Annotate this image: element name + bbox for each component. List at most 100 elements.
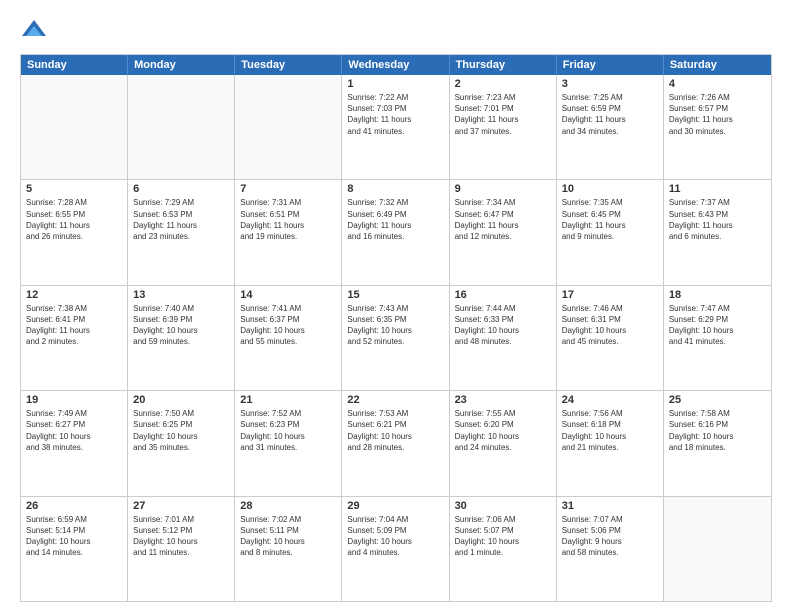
cell-info: Sunrise: 6:59 AM Sunset: 5:14 PM Dayligh… bbox=[26, 514, 122, 559]
cell-info: Sunrise: 7:56 AM Sunset: 6:18 PM Dayligh… bbox=[562, 408, 658, 453]
day-number: 24 bbox=[562, 394, 658, 406]
calendar-cell: 27 Sunrise: 7:01 AM Sunset: 5:12 PM Dayli… bbox=[128, 497, 235, 601]
day-number: 14 bbox=[240, 289, 336, 301]
calendar-cell: 15 Sunrise: 7:43 AM Sunset: 6:35 PM Dayli… bbox=[342, 286, 449, 390]
header bbox=[20, 16, 772, 44]
logo bbox=[20, 16, 52, 44]
calendar-cell: 8 Sunrise: 7:32 AM Sunset: 6:49 PM Daylig… bbox=[342, 180, 449, 284]
cell-info: Sunrise: 7:43 AM Sunset: 6:35 PM Dayligh… bbox=[347, 303, 443, 348]
calendar-cell: 30 Sunrise: 7:06 AM Sunset: 5:07 PM Dayli… bbox=[450, 497, 557, 601]
day-number: 3 bbox=[562, 78, 658, 90]
calendar-cell: 31 Sunrise: 7:07 AM Sunset: 5:06 PM Dayli… bbox=[557, 497, 664, 601]
cell-info: Sunrise: 7:31 AM Sunset: 6:51 PM Dayligh… bbox=[240, 197, 336, 242]
cell-info: Sunrise: 7:01 AM Sunset: 5:12 PM Dayligh… bbox=[133, 514, 229, 559]
weekday-header: Wednesday bbox=[342, 55, 449, 75]
cell-info: Sunrise: 7:47 AM Sunset: 6:29 PM Dayligh… bbox=[669, 303, 766, 348]
cell-info: Sunrise: 7:28 AM Sunset: 6:55 PM Dayligh… bbox=[26, 197, 122, 242]
calendar-row: 5 Sunrise: 7:28 AM Sunset: 6:55 PM Daylig… bbox=[21, 179, 771, 284]
day-number: 19 bbox=[26, 394, 122, 406]
calendar-cell: 28Sunrise: 7:02 AM Sunset: 5:11 PM Dayli… bbox=[235, 497, 342, 601]
calendar-cell: 14 Sunrise: 7:41 AM Sunset: 6:37 PM Dayli… bbox=[235, 286, 342, 390]
day-number: 23 bbox=[455, 394, 551, 406]
day-number: 2 bbox=[455, 78, 551, 90]
calendar-cell: 22 Sunrise: 7:53 AM Sunset: 6:21 PM Dayli… bbox=[342, 391, 449, 495]
cell-info: Sunrise: 7:50 AM Sunset: 6:25 PM Dayligh… bbox=[133, 408, 229, 453]
cell-info: Sunrise: 7:26 AM Sunset: 6:57 PM Dayligh… bbox=[669, 92, 766, 137]
calendar-cell: 12Sunrise: 7:38 AM Sunset: 6:41 PM Dayli… bbox=[21, 286, 128, 390]
weekday-header: Friday bbox=[557, 55, 664, 75]
day-number: 5 bbox=[26, 183, 122, 195]
weekday-header: Monday bbox=[128, 55, 235, 75]
cell-info: Sunrise: 7:34 AM Sunset: 6:47 PM Dayligh… bbox=[455, 197, 551, 242]
calendar-cell bbox=[128, 75, 235, 179]
calendar-cell: 13Sunrise: 7:40 AM Sunset: 6:39 PM Dayli… bbox=[128, 286, 235, 390]
day-number: 22 bbox=[347, 394, 443, 406]
day-number: 31 bbox=[562, 500, 658, 512]
day-number: 8 bbox=[347, 183, 443, 195]
cell-info: Sunrise: 7:41 AM Sunset: 6:37 PM Dayligh… bbox=[240, 303, 336, 348]
calendar-body: 1Sunrise: 7:22 AM Sunset: 7:03 PM Daylig… bbox=[21, 75, 771, 601]
day-number: 18 bbox=[669, 289, 766, 301]
calendar-cell: 29Sunrise: 7:04 AM Sunset: 5:09 PM Dayli… bbox=[342, 497, 449, 601]
calendar-cell: 5 Sunrise: 7:28 AM Sunset: 6:55 PM Daylig… bbox=[21, 180, 128, 284]
cell-info: Sunrise: 7:37 AM Sunset: 6:43 PM Dayligh… bbox=[669, 197, 766, 242]
calendar-cell: 1Sunrise: 7:22 AM Sunset: 7:03 PM Daylig… bbox=[342, 75, 449, 179]
cell-info: Sunrise: 7:23 AM Sunset: 7:01 PM Dayligh… bbox=[455, 92, 551, 137]
calendar-row: 1Sunrise: 7:22 AM Sunset: 7:03 PM Daylig… bbox=[21, 75, 771, 179]
calendar-header: SundayMondayTuesdayWednesdayThursdayFrid… bbox=[21, 55, 771, 75]
day-number: 9 bbox=[455, 183, 551, 195]
calendar-cell: 17Sunrise: 7:46 AM Sunset: 6:31 PM Dayli… bbox=[557, 286, 664, 390]
cell-info: Sunrise: 7:02 AM Sunset: 5:11 PM Dayligh… bbox=[240, 514, 336, 559]
day-number: 29 bbox=[347, 500, 443, 512]
calendar-cell: 6 Sunrise: 7:29 AM Sunset: 6:53 PM Daylig… bbox=[128, 180, 235, 284]
calendar-cell: 21 Sunrise: 7:52 AM Sunset: 6:23 PM Dayli… bbox=[235, 391, 342, 495]
weekday-header: Tuesday bbox=[235, 55, 342, 75]
cell-info: Sunrise: 7:53 AM Sunset: 6:21 PM Dayligh… bbox=[347, 408, 443, 453]
logo-icon bbox=[20, 16, 48, 44]
cell-info: Sunrise: 7:46 AM Sunset: 6:31 PM Dayligh… bbox=[562, 303, 658, 348]
day-number: 30 bbox=[455, 500, 551, 512]
day-number: 21 bbox=[240, 394, 336, 406]
calendar-cell: 9 Sunrise: 7:34 AM Sunset: 6:47 PM Daylig… bbox=[450, 180, 557, 284]
cell-info: Sunrise: 7:55 AM Sunset: 6:20 PM Dayligh… bbox=[455, 408, 551, 453]
cell-info: Sunrise: 7:25 AM Sunset: 6:59 PM Dayligh… bbox=[562, 92, 658, 137]
calendar-cell: 2 Sunrise: 7:23 AM Sunset: 7:01 PM Daylig… bbox=[450, 75, 557, 179]
cell-info: Sunrise: 7:32 AM Sunset: 6:49 PM Dayligh… bbox=[347, 197, 443, 242]
calendar-cell: 3 Sunrise: 7:25 AM Sunset: 6:59 PM Daylig… bbox=[557, 75, 664, 179]
calendar-cell: 23 Sunrise: 7:55 AM Sunset: 6:20 PM Dayli… bbox=[450, 391, 557, 495]
day-number: 27 bbox=[133, 500, 229, 512]
day-number: 11 bbox=[669, 183, 766, 195]
day-number: 26 bbox=[26, 500, 122, 512]
cell-info: Sunrise: 7:06 AM Sunset: 5:07 PM Dayligh… bbox=[455, 514, 551, 559]
cell-info: Sunrise: 7:29 AM Sunset: 6:53 PM Dayligh… bbox=[133, 197, 229, 242]
calendar-cell: 11 Sunrise: 7:37 AM Sunset: 6:43 PM Dayli… bbox=[664, 180, 771, 284]
weekday-header: Thursday bbox=[450, 55, 557, 75]
calendar-row: 12Sunrise: 7:38 AM Sunset: 6:41 PM Dayli… bbox=[21, 285, 771, 390]
calendar-cell: 20Sunrise: 7:50 AM Sunset: 6:25 PM Dayli… bbox=[128, 391, 235, 495]
calendar: SundayMondayTuesdayWednesdayThursdayFrid… bbox=[20, 54, 772, 602]
cell-info: Sunrise: 7:07 AM Sunset: 5:06 PM Dayligh… bbox=[562, 514, 658, 559]
weekday-header: Saturday bbox=[664, 55, 771, 75]
calendar-cell: 26 Sunrise: 6:59 AM Sunset: 5:14 PM Dayli… bbox=[21, 497, 128, 601]
calendar-cell bbox=[664, 497, 771, 601]
cell-info: Sunrise: 7:52 AM Sunset: 6:23 PM Dayligh… bbox=[240, 408, 336, 453]
calendar-cell: 10Sunrise: 7:35 AM Sunset: 6:45 PM Dayli… bbox=[557, 180, 664, 284]
calendar-cell bbox=[21, 75, 128, 179]
cell-info: Sunrise: 7:44 AM Sunset: 6:33 PM Dayligh… bbox=[455, 303, 551, 348]
weekday-header: Sunday bbox=[21, 55, 128, 75]
page: SundayMondayTuesdayWednesdayThursdayFrid… bbox=[0, 0, 792, 612]
day-number: 13 bbox=[133, 289, 229, 301]
day-number: 6 bbox=[133, 183, 229, 195]
calendar-cell: 24 Sunrise: 7:56 AM Sunset: 6:18 PM Dayli… bbox=[557, 391, 664, 495]
calendar-cell: 19 Sunrise: 7:49 AM Sunset: 6:27 PM Dayli… bbox=[21, 391, 128, 495]
calendar-cell: 16 Sunrise: 7:44 AM Sunset: 6:33 PM Dayli… bbox=[450, 286, 557, 390]
day-number: 7 bbox=[240, 183, 336, 195]
day-number: 25 bbox=[669, 394, 766, 406]
calendar-cell: 25 Sunrise: 7:58 AM Sunset: 6:16 PM Dayli… bbox=[664, 391, 771, 495]
day-number: 16 bbox=[455, 289, 551, 301]
cell-info: Sunrise: 7:49 AM Sunset: 6:27 PM Dayligh… bbox=[26, 408, 122, 453]
calendar-cell: 4Sunrise: 7:26 AM Sunset: 6:57 PM Daylig… bbox=[664, 75, 771, 179]
day-number: 15 bbox=[347, 289, 443, 301]
cell-info: Sunrise: 7:35 AM Sunset: 6:45 PM Dayligh… bbox=[562, 197, 658, 242]
cell-info: Sunrise: 7:58 AM Sunset: 6:16 PM Dayligh… bbox=[669, 408, 766, 453]
